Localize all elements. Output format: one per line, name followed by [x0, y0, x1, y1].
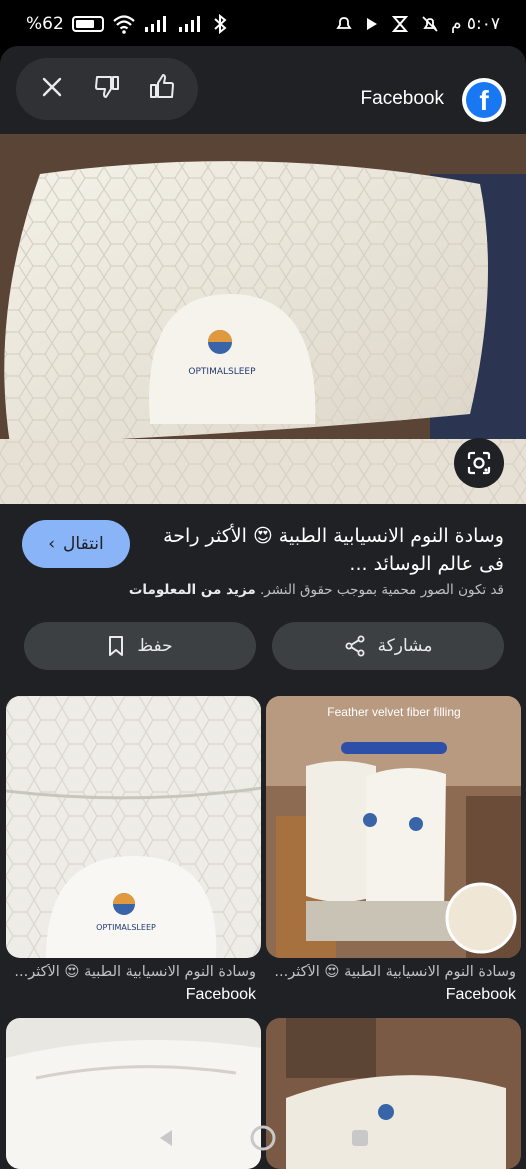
close-button[interactable] — [38, 73, 66, 105]
visit-button[interactable]: ‹ انتقال — [22, 520, 130, 568]
related-brand-text: OPTIMALSLEEP — [96, 923, 156, 932]
more-info-link[interactable]: مزيد من المعلومات — [129, 582, 256, 598]
facebook-logo-letter: f — [466, 82, 502, 118]
clock: ٥:٠٧ م — [450, 14, 500, 34]
visit-label: انتقال — [63, 534, 104, 554]
home-icon — [250, 1125, 276, 1150]
related-caption[interactable]: وسادة النوم الانسيابية الطبية 😍 الأكثر..… — [266, 964, 516, 980]
sheet-header: Facebook f — [0, 46, 526, 134]
pillow-room-illustration: Feather velvet fiber filling — [266, 696, 521, 958]
share-button[interactable]: مشاركة — [272, 622, 504, 670]
pillow-brand-text: OPTIMALSLEEP — [188, 367, 256, 377]
wifi-icon — [113, 15, 135, 34]
recents-icon — [351, 1129, 368, 1146]
save-button[interactable]: حفظ — [24, 622, 256, 670]
result-title[interactable]: وسادة النوم الانسيابية الطبية 😍 الأكثر ر… — [159, 522, 504, 578]
related-caption[interactable]: وسادة النوم الانسيابية الطبية 😍 الأكثر..… — [6, 964, 256, 980]
status-right: ٥:٠٧ م — [335, 14, 500, 34]
close-icon — [42, 77, 61, 97]
feedback-actions — [16, 58, 198, 120]
alarm-icon — [336, 17, 352, 29]
result-sheet: Facebook f OPTIMALSLEEP ‹ انتقال وسادة ا… — [0, 46, 526, 1169]
copyright-text: قد تكون الصور محمية بموجب حقوق النشر. — [260, 582, 504, 598]
thumbs-down-button[interactable] — [93, 73, 121, 105]
copyright-notice: قد تكون الصور محمية بموجب حقوق النشر. مز… — [24, 582, 504, 598]
play-icon — [366, 18, 377, 30]
home-button[interactable] — [249, 1124, 277, 1156]
hourglass-icon — [391, 16, 409, 32]
related-source: Facebook — [445, 986, 516, 1003]
share-label: مشاركة — [377, 636, 433, 656]
back-icon — [160, 1129, 173, 1146]
facebook-logo-icon[interactable]: f — [462, 78, 506, 122]
status-left: %62 — [26, 14, 228, 34]
related-source: Facebook — [185, 986, 256, 1003]
source-name[interactable]: Facebook — [361, 88, 444, 110]
status-bar: %62 ٥:٠٧ م — [0, 0, 526, 44]
pillow-illustration: OPTIMALSLEEP — [0, 134, 526, 504]
main-product-image[interactable]: OPTIMALSLEEP — [0, 134, 526, 504]
battery-icon — [71, 16, 104, 32]
bookmark-icon — [109, 636, 124, 656]
lens-search-button[interactable] — [454, 438, 504, 488]
related-results: OPTIMALSLEEP وسادة النوم الانسيابية الطب… — [0, 696, 526, 1169]
thumbs-up-button[interactable] — [148, 73, 176, 105]
pillow-closeup-illustration: OPTIMALSLEEP — [6, 696, 261, 958]
battery-percent: %62 — [26, 14, 64, 34]
recents-button[interactable] — [350, 1128, 370, 1152]
thumbs-down-icon — [94, 76, 119, 98]
chevron-left-icon: ‹ — [48, 534, 56, 554]
lens-icon — [467, 451, 491, 475]
related-image[interactable]: Feather velvet fiber filling — [266, 696, 521, 958]
signal-icon — [144, 16, 166, 32]
signal-icon — [178, 16, 200, 32]
back-button[interactable] — [156, 1128, 176, 1152]
bluetooth-icon — [214, 14, 227, 34]
related-image[interactable]: OPTIMALSLEEP — [6, 696, 261, 958]
thumbs-up-icon — [150, 74, 175, 98]
banner-text: Feather velvet fiber filling — [327, 705, 460, 719]
share-icon — [345, 635, 365, 657]
system-nav-bar — [0, 1110, 526, 1169]
notification-off-icon — [422, 16, 438, 32]
save-label: حفظ — [137, 636, 173, 656]
